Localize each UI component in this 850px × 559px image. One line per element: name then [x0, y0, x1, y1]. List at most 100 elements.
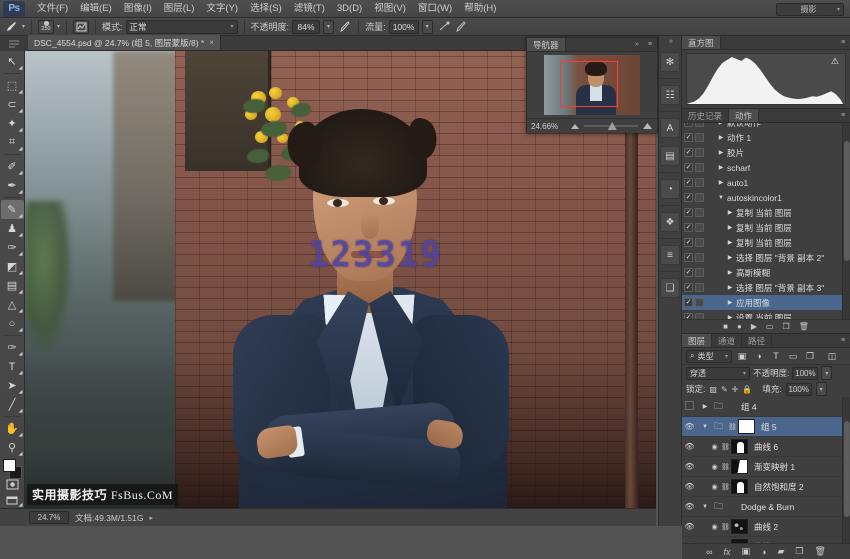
- zoom-out-icon[interactable]: [569, 122, 580, 131]
- menu-item-3[interactable]: 图层(L): [158, 0, 201, 18]
- menu-item-6[interactable]: 滤镜(T): [288, 0, 331, 18]
- expand-panels-icon[interactable]: »: [659, 36, 683, 47]
- layer-thumbnail[interactable]: [731, 479, 748, 494]
- brush-preset-icon[interactable]: ❖: [660, 212, 680, 232]
- type-tool[interactable]: T◢: [1, 357, 24, 376]
- chevron-right-icon[interactable]: ▶: [726, 284, 734, 291]
- action-dialog-toggle[interactable]: [695, 123, 704, 127]
- layer-row[interactable]: 👁◉⛓自然饱和度 2: [682, 477, 850, 497]
- link-icon[interactable]: ⛓: [721, 443, 728, 451]
- menu-item-10[interactable]: 帮助(H): [458, 0, 502, 18]
- tab-histogram[interactable]: 直方图: [682, 36, 721, 49]
- paragraph-panel-icon[interactable]: ▤: [660, 146, 680, 166]
- action-row[interactable]: ✓▼autoskincolor1: [682, 190, 850, 205]
- tool-preset-caret-icon[interactable]: ▾: [22, 23, 25, 30]
- chevron-right-icon[interactable]: ▶: [717, 164, 725, 171]
- layer-fill-input[interactable]: 100%: [786, 383, 812, 396]
- brush-preset-caret-icon[interactable]: ▾: [57, 23, 60, 30]
- action-row[interactable]: ✓▶复制 当前 图层: [682, 235, 850, 250]
- action-dialog-toggle[interactable]: [695, 163, 704, 172]
- blend-mode-dropdown[interactable]: 正常 ▾: [126, 20, 238, 34]
- action-row[interactable]: ✓▶默认动作: [682, 123, 850, 130]
- action-row[interactable]: ✓▶选择 图层 "背景 副本 2": [682, 250, 850, 265]
- action-row[interactable]: ✓▶高斯模糊: [682, 265, 850, 280]
- move-tool[interactable]: ↖◢: [1, 52, 24, 71]
- blur-tool[interactable]: △◢: [1, 295, 24, 314]
- tab-layers[interactable]: 图层: [682, 334, 712, 347]
- chevron-right-icon[interactable]: ▶: [717, 179, 725, 186]
- pen-tool[interactable]: ✑◢: [1, 338, 24, 357]
- chevron-right-icon[interactable]: ▶: [717, 149, 725, 156]
- delete-layer-icon[interactable]: 🗑: [814, 546, 825, 557]
- foreground-color-swatch[interactable]: [3, 459, 16, 472]
- crop-tool[interactable]: ⌗◢: [1, 133, 24, 152]
- link-icon[interactable]: ⛓: [721, 523, 728, 531]
- dodge-tool[interactable]: ○◢: [1, 314, 24, 333]
- double-arrow-icon[interactable]: »: [631, 38, 643, 51]
- layer-fill-stepper[interactable]: ▾: [816, 382, 827, 396]
- filter-smart-icon[interactable]: ❐: [803, 350, 817, 363]
- panel-menu-icon[interactable]: ≡: [836, 36, 850, 49]
- tab-navigator[interactable]: 导航器: [527, 38, 566, 51]
- eye-icon[interactable]: 👁: [684, 522, 695, 531]
- action-row[interactable]: ✓▶动作 1: [682, 130, 850, 145]
- link-icon[interactable]: ⛓: [721, 463, 728, 471]
- action-enable-checkbox[interactable]: ✓: [684, 148, 693, 157]
- layer-row[interactable]: 👁◉⛓曲线 6: [682, 437, 850, 457]
- action-row[interactable]: ✓▶应用图像: [682, 295, 850, 310]
- history-brush-tool[interactable]: ✑◢: [1, 238, 24, 257]
- chevron-down-icon[interactable]: ▼: [701, 424, 709, 430]
- chevron-right-icon[interactable]: ▶: [726, 254, 734, 261]
- brush-tool[interactable]: ✎◢: [1, 200, 24, 219]
- airbrush-icon[interactable]: [436, 19, 451, 34]
- layer-blend-mode-dropdown[interactable]: 穿透 ▾: [686, 367, 750, 380]
- screenmode-icon[interactable]: ◢: [1, 492, 24, 508]
- layer-opacity-input[interactable]: 100%: [792, 367, 818, 380]
- eraser-tool[interactable]: ◩◢: [1, 257, 24, 276]
- action-dialog-toggle[interactable]: [695, 178, 704, 187]
- opacity-input[interactable]: 84%: [292, 20, 320, 34]
- layer-thumbnail[interactable]: [731, 539, 748, 543]
- menu-item-5[interactable]: 选择(S): [244, 0, 288, 18]
- chevron-right-icon[interactable]: ▶: [701, 403, 709, 410]
- filter-adjustment-icon[interactable]: ◑: [752, 350, 766, 363]
- properties-icon[interactable]: ☷: [660, 85, 680, 105]
- action-dialog-toggle[interactable]: [695, 313, 704, 319]
- link-icon[interactable]: ⛓: [721, 543, 728, 544]
- filter-toggle-icon[interactable]: ◫: [825, 350, 839, 363]
- chevron-right-icon[interactable]: ▶: [726, 314, 734, 319]
- layer-thumbnail[interactable]: [731, 439, 748, 454]
- action-enable-checkbox[interactable]: ✓: [684, 163, 693, 172]
- gradient-tool[interactable]: ▤◢: [1, 276, 24, 295]
- lock-position-icon[interactable]: ✛: [732, 385, 739, 394]
- action-dialog-toggle[interactable]: [695, 253, 704, 262]
- action-enable-checkbox[interactable]: ✓: [684, 208, 693, 217]
- quickmask-icon[interactable]: [1, 477, 24, 493]
- chevron-down-icon[interactable]: ▼: [717, 195, 725, 201]
- layer-opacity-stepper[interactable]: ▾: [821, 366, 832, 380]
- action-dialog-toggle[interactable]: [695, 223, 704, 232]
- layer-row[interactable]: 👁◉⛓曲线 2: [682, 517, 850, 537]
- chevron-right-icon[interactable]: ▶: [726, 239, 734, 246]
- navigator-zoom-slider[interactable]: [584, 121, 638, 131]
- action-row[interactable]: ✓▶选择 图层 "背景 副本 3": [682, 280, 850, 295]
- line-shape-tool[interactable]: ╱◢: [1, 395, 24, 414]
- layers-scrollbar[interactable]: [842, 397, 850, 543]
- flow-stepper[interactable]: ▾: [422, 20, 433, 34]
- tab-channels[interactable]: 通道: [712, 334, 742, 347]
- layer-row[interactable]: 👁▼🗀Dodge & Burn: [682, 497, 850, 517]
- action-dialog-toggle[interactable]: [695, 193, 704, 202]
- workspace-selector[interactable]: 摄影 ▾: [776, 3, 844, 16]
- layer-row[interactable]: 👁◉⛓曲线 1: [682, 537, 850, 543]
- actions-scrollbar[interactable]: [842, 123, 850, 319]
- filter-shape-icon[interactable]: ▭: [786, 350, 800, 363]
- action-dialog-toggle[interactable]: [695, 298, 704, 307]
- lock-transparency-icon[interactable]: ▨: [709, 385, 717, 394]
- hand-tool[interactable]: ✋◢: [1, 419, 24, 438]
- rectangular-select-tool[interactable]: ⬚◢: [1, 76, 24, 95]
- action-row[interactable]: ✓▶auto1: [682, 175, 850, 190]
- action-enable-checkbox[interactable]: ✓: [684, 178, 693, 187]
- record-icon[interactable]: ●: [737, 322, 742, 331]
- quick-select-tool[interactable]: ✦◢: [1, 114, 24, 133]
- action-enable-checkbox[interactable]: ✓: [684, 298, 693, 307]
